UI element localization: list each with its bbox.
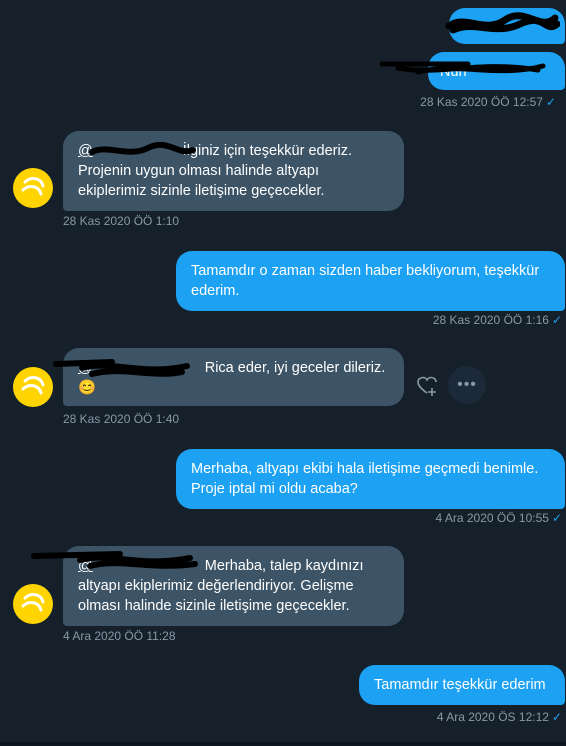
message-timestamp: 4 Ara 2020 ÖÖ 11:28 [63,629,176,643]
message-text: Tamamdır o zaman sizden haber bekliyorum… [191,263,540,299]
brand-logo-icon [21,177,45,196]
message-bubble-sent[interactable] [449,8,565,44]
message-timestamp: 28 Kas 2020 ÖÖ 1:10 [63,214,180,228]
brand-logo-icon [21,593,45,612]
message-text: Rica eder, iyi geceler dileriz. [204,360,386,376]
message-text: İlginiz için teşekkür ederiz. Projenin u… [78,143,352,199]
read-check-icon: ✓ [551,710,562,724]
message-bubble-sent[interactable]: Nuh [428,52,565,90]
message-timestamp: 28 Kas 2020 ÖÖ 12:57 ✓ [420,95,556,109]
user-mention[interactable]: @ [78,558,93,574]
message-text: Nuh [440,64,467,80]
message-bubble-received[interactable]: @ Rica eder, iyi geceler dileriz. 😊 [63,348,404,406]
avatar[interactable] [13,584,53,624]
user-mention[interactable]: @ [78,360,93,376]
avatar[interactable] [13,367,53,407]
message-bubble-sent[interactable]: Merhaba, altyapı ekibi hala iletişime ge… [176,449,565,509]
message-timestamp: 28 Kas 2020 ÖÖ 1:16 ✓ [432,313,562,327]
message-timestamp: 4 Ara 2020 ÖS 12:12 ✓ [436,710,562,724]
message-text: Tamamdır teşekkür ederim [374,677,546,693]
message-bubble-received[interactable]: @ Merhaba, talep kaydınızı altyapı ekiple… [63,546,404,626]
message-bubble-received[interactable]: @ İlginiz için teşekkür ederiz. Projenin … [63,131,404,211]
more-icon[interactable]: ••• [448,366,486,404]
message-timestamp: 28 Kas 2020 ÖÖ 1:40 [63,412,180,426]
message-bubble-sent[interactable]: Tamamdır o zaman sizden haber bekliyorum… [176,251,565,311]
emoji: 😊 [78,380,97,396]
message-bubble-sent[interactable]: Tamamdır teşekkür ederim [359,665,565,705]
avatar[interactable] [13,168,53,208]
message-text: Merhaba, talep kaydınızı altyapı ekipler… [78,558,364,614]
brand-logo-icon [21,376,45,395]
message-text: Merhaba, altyapı ekibi hala iletişime ge… [191,461,539,497]
read-check-icon: ✓ [551,511,562,525]
read-check-icon: ✓ [551,313,562,327]
user-mention[interactable]: @ [78,143,93,159]
read-check-icon: ✓ [545,95,556,109]
message-timestamp: 4 Ara 2020 ÖÖ 10:55 ✓ [435,511,562,525]
composer-bar-edge [0,742,566,746]
heart-plus-icon[interactable] [414,373,440,399]
